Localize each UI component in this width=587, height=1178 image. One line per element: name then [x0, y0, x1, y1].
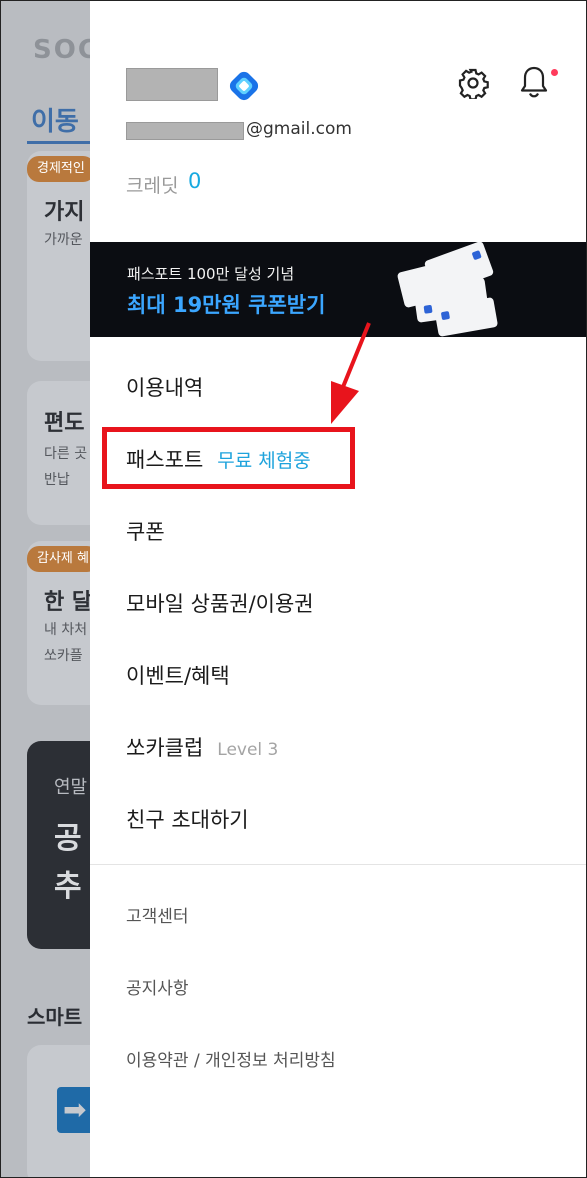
screen: SOC 이동 경제적인 가지 가까운 편도 다른 곳 반납 감사제 혜 한 달 …	[0, 0, 587, 1178]
menu-label: 친구 초대하기	[126, 808, 249, 832]
tab-underline	[27, 141, 91, 144]
section-title: 스마트	[27, 1005, 83, 1029]
menu-divider	[90, 864, 586, 865]
credit-value[interactable]: 0	[188, 169, 201, 193]
service-title: 편도	[44, 411, 85, 436]
notification-dot	[551, 69, 558, 76]
service-badge: 경제적인	[27, 156, 95, 182]
promo-small-text: 연말	[54, 777, 88, 798]
banner-title: 최대 19만원 쿠폰받기	[127, 293, 326, 317]
menu-label: 모바일 상품권/이용권	[126, 592, 314, 616]
menu-notices[interactable]: 공지사항	[126, 974, 189, 999]
email-domain: @gmail.com	[246, 119, 352, 139]
promo-line: 추	[54, 869, 82, 904]
member-grade-icon	[229, 71, 259, 101]
menu-label: 이벤트/혜택	[126, 664, 230, 688]
menu-customer-center[interactable]: 고객센터	[126, 902, 189, 927]
menu-socar-club[interactable]: 쏘카클럽 Level 3	[126, 732, 278, 762]
promo-line: 공	[54, 821, 82, 856]
menu-label: 이용내역	[126, 376, 204, 400]
masked-username	[126, 68, 218, 101]
side-drawer: @gmail.com 크레딧 0 패스포트 100만 달성 기념 최대 19만원…	[90, 1, 586, 1177]
menu-label: 쿠폰	[126, 520, 165, 544]
service-subtitle: 다른 곳	[44, 446, 88, 462]
tab-move: 이동	[31, 107, 79, 137]
bell-icon[interactable]	[518, 65, 550, 99]
service-subtitle: 가까운	[44, 232, 83, 248]
highlight-box-annotation	[102, 427, 355, 489]
service-title: 가지	[44, 200, 85, 225]
service-subtitle: 쏘카플	[44, 648, 83, 664]
menu-label: 쏘카클럽	[126, 736, 204, 760]
service-subtitle: 내 차처	[44, 622, 88, 638]
credit-label: 크레딧	[126, 175, 179, 197]
service-subtitle: 반납	[44, 472, 70, 488]
menu-coupon[interactable]: 쿠폰	[126, 516, 165, 546]
gear-icon[interactable]	[457, 67, 489, 99]
menu-mobile-voucher[interactable]: 모바일 상품권/이용권	[126, 588, 314, 618]
service-badge: 감사제 혜	[27, 546, 99, 572]
menu-invite-friends[interactable]: 친구 초대하기	[126, 804, 249, 834]
menu-terms-privacy[interactable]: 이용약관 / 개인정보 처리방침	[126, 1046, 336, 1071]
masked-email	[126, 122, 244, 140]
menu-usage-history[interactable]: 이용내역	[126, 372, 203, 402]
red-arrow-annotation	[331, 322, 371, 424]
club-level: Level 3	[217, 740, 279, 760]
banner-subtitle: 패스포트 100만 달성 기념	[127, 265, 295, 283]
menu-events[interactable]: 이벤트/혜택	[126, 660, 230, 690]
service-title: 한 달	[44, 590, 93, 615]
